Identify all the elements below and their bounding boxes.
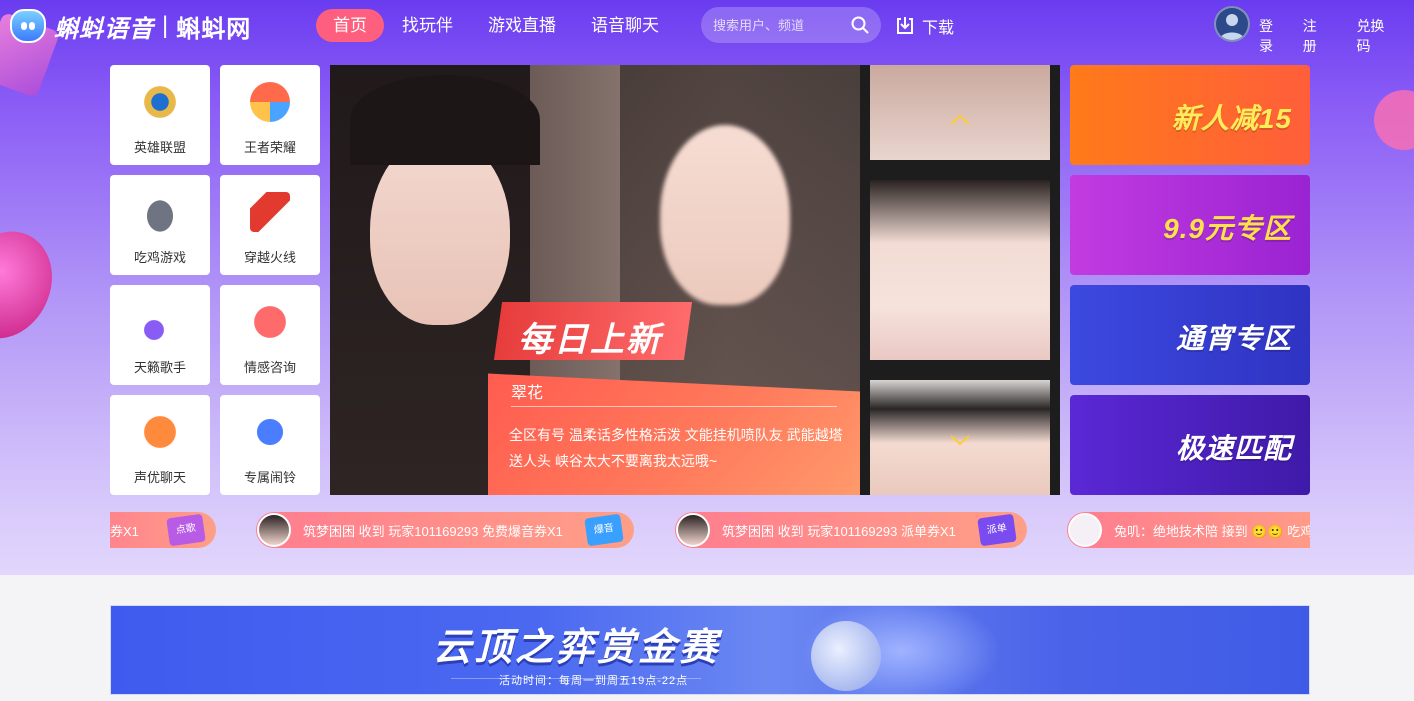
game-label: 王者荣耀 bbox=[243, 140, 296, 155]
ticker-text: 筑梦困困 收到 玩家101169293 免费爆音券X1 bbox=[303, 523, 563, 539]
thumbnail-2[interactable] bbox=[870, 180, 1050, 360]
search-icon[interactable] bbox=[851, 16, 869, 34]
decor-shape bbox=[1374, 90, 1414, 150]
avatar bbox=[1068, 513, 1102, 547]
ticker-text: 券X1 bbox=[110, 523, 139, 539]
promo-label: 通宵专区 bbox=[1175, 323, 1292, 354]
avatar bbox=[676, 513, 710, 547]
game-tile-hok[interactable]: 王者荣耀 bbox=[220, 65, 320, 165]
promo-overnight-zone[interactable]: 通宵专区 bbox=[1070, 285, 1310, 385]
game-label: 英雄联盟 bbox=[133, 140, 186, 155]
chevron-down-icon[interactable] bbox=[950, 435, 970, 445]
banner-player-name: 翠花 bbox=[511, 385, 544, 402]
game-category-grid: 英雄联盟 王者荣耀 吃鸡游戏 穿越火线 天籁歌手 情感咨询 声优聊天 专属闹铃 bbox=[110, 65, 320, 495]
game-label: 声优聊天 bbox=[133, 470, 186, 485]
thumbnail-1[interactable] bbox=[870, 65, 1050, 160]
promo-label: 极速匹配 bbox=[1175, 433, 1292, 464]
game-tile-pubg[interactable]: 吃鸡游戏 bbox=[110, 175, 210, 275]
game-tile-alarm[interactable]: 专属闹铃 bbox=[220, 395, 320, 495]
game-label: 吃鸡游戏 bbox=[133, 250, 186, 265]
user-links: 登录 注册 兑换码 bbox=[1259, 16, 1414, 56]
thumbnail-strip bbox=[860, 65, 1060, 495]
game-tile-lol[interactable]: 英雄联盟 bbox=[110, 65, 210, 165]
game-label: 专属闹铃 bbox=[243, 470, 296, 485]
daily-new-tag: 每日上新 bbox=[518, 321, 662, 359]
game-tile-voice-actor[interactable]: 声优聊天 bbox=[110, 395, 210, 495]
main-nav: 首页 找玩伴 游戏直播 语音聊天 bbox=[316, 9, 677, 42]
music-note-icon bbox=[140, 302, 180, 342]
promo-label: 新人减15 bbox=[1171, 103, 1292, 134]
voice-bubble-icon bbox=[140, 412, 180, 452]
owl-mascot-icon bbox=[811, 621, 881, 691]
ticker-item: 筑梦困困 收到 玩家101169293 派单券X1 派单 bbox=[675, 512, 1027, 548]
promo-newbie-discount[interactable]: 新人减15 bbox=[1070, 65, 1310, 165]
user-silhouette-icon bbox=[1220, 14, 1244, 40]
helmet-icon bbox=[140, 192, 180, 232]
search-box bbox=[701, 7, 881, 43]
top-header: 蝌蚪语音 | 蝌蚪网 首页 找玩伴 游戏直播 语音聊天 下载 登录 注册 兑换码 bbox=[0, 0, 1414, 54]
redeem-code-link[interactable]: 兑换码 bbox=[1356, 16, 1398, 56]
download-icon bbox=[897, 17, 913, 34]
logo-separator: | bbox=[162, 12, 169, 39]
ticker-text: 兔叽：绝地技术陪 接到 🙂🙂 吃鸡 bbox=[1114, 523, 1310, 539]
ticker-item: 券X1 点歌 bbox=[110, 512, 216, 548]
game-label: 天籁歌手 bbox=[133, 360, 186, 375]
decor-shape bbox=[0, 216, 70, 354]
thumbnail-3[interactable] bbox=[870, 380, 1050, 495]
chevron-up-icon[interactable] bbox=[950, 115, 970, 125]
event-subtitle: 活动时间：每周一到周五19点-22点 bbox=[499, 675, 689, 687]
nav-game-live[interactable]: 游戏直播 bbox=[471, 9, 573, 42]
crossfire-icon bbox=[250, 192, 290, 232]
game-tile-cf[interactable]: 穿越火线 bbox=[220, 175, 320, 275]
ticker-item: 筑梦困困 收到 玩家101169293 免费爆音券X1 爆音 bbox=[256, 512, 634, 548]
banner-divider bbox=[511, 406, 837, 407]
league-of-legends-icon bbox=[140, 82, 180, 122]
tft-event-banner[interactable]: 云顶之弈赏金赛 活动时间：每周一到周五19点-22点 bbox=[110, 605, 1310, 695]
avatar bbox=[257, 513, 291, 547]
promo-9-9-zone[interactable]: 9.9元专区 bbox=[1070, 175, 1310, 275]
download-label: 下载 bbox=[922, 20, 955, 37]
logo-text: 蝌蚪语音 bbox=[54, 15, 154, 43]
search-input[interactable] bbox=[713, 15, 843, 35]
photo-decor bbox=[660, 125, 790, 305]
nav-find-partner[interactable]: 找玩伴 bbox=[385, 9, 470, 42]
tadpole-logo-icon bbox=[10, 9, 46, 43]
game-label: 情感咨询 bbox=[243, 360, 296, 375]
heart-pulse-icon bbox=[250, 302, 290, 342]
alarm-bell-icon bbox=[250, 412, 290, 452]
ticker-text: 筑梦困困 收到 玩家101169293 派单券X1 bbox=[722, 523, 956, 539]
game-tile-singer[interactable]: 天籁歌手 bbox=[110, 285, 210, 385]
game-tile-emotion[interactable]: 情感咨询 bbox=[220, 285, 320, 385]
ticker-badge: 点歌 bbox=[166, 513, 206, 547]
promo-fast-match[interactable]: 极速匹配 bbox=[1070, 395, 1310, 495]
site-logo[interactable]: 蝌蚪语音 | 蝌蚪网 bbox=[10, 8, 251, 44]
ticker-item: 兔叽：绝地技术陪 接到 🙂🙂 吃鸡 bbox=[1067, 512, 1310, 548]
banner-description: 全区有号 温柔话多性格活泼 文能挂机喷队友 武能越塔送人头 峡谷太大不要离我太远… bbox=[509, 427, 843, 469]
register-link[interactable]: 注册 bbox=[1303, 16, 1331, 56]
nav-home[interactable]: 首页 bbox=[316, 9, 384, 42]
game-label: 穿越火线 bbox=[243, 250, 296, 265]
event-title: 云顶之弈赏金赛 bbox=[433, 627, 721, 669]
gift-ticker: 券X1 点歌 筑梦困困 收到 玩家101169293 免费爆音券X1 爆音 筑梦… bbox=[110, 512, 1310, 548]
logo-text-secondary: 蝌蚪网 bbox=[176, 15, 252, 43]
photo-decor bbox=[350, 75, 540, 165]
login-link[interactable]: 登录 bbox=[1259, 16, 1287, 56]
download-button[interactable]: 下载 bbox=[894, 14, 954, 38]
ticker-badge: 爆音 bbox=[584, 513, 624, 547]
user-avatar[interactable] bbox=[1214, 6, 1250, 42]
promo-label: 9.9元专区 bbox=[1163, 213, 1292, 244]
nav-voice-chat[interactable]: 语音聊天 bbox=[574, 9, 676, 42]
ticker-badge: 派单 bbox=[977, 513, 1017, 547]
honor-of-kings-icon bbox=[250, 82, 290, 122]
